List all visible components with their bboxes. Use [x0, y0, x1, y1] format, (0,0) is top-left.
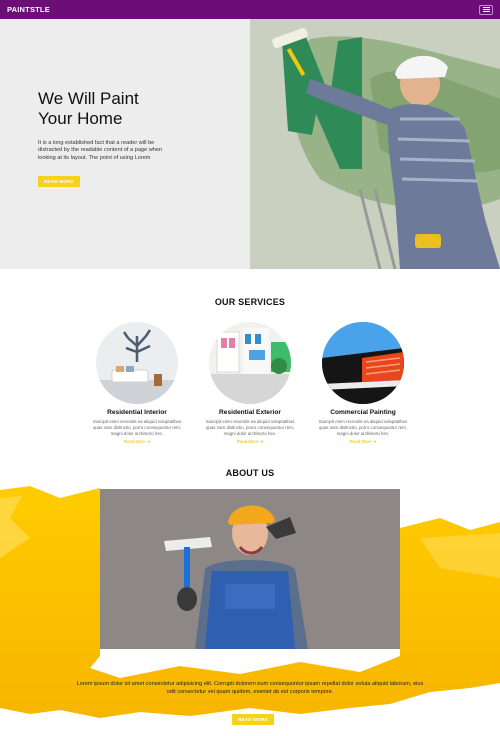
- about-heading: ABOUT US: [225, 468, 275, 478]
- hero-painter-image: [250, 19, 500, 269]
- service-read-more-link[interactable]: Read More ➜: [87, 439, 187, 445]
- service-image-interior: [96, 322, 178, 404]
- hero-description: It is a long established fact that a rea…: [38, 140, 163, 161]
- services-heading: OUR SERVICES: [214, 297, 286, 307]
- service-read-more-link[interactable]: Read More ➜: [313, 439, 413, 445]
- service-image-exterior: [209, 322, 291, 404]
- hero-read-more-button[interactable]: READ MORE: [38, 176, 80, 188]
- service-image-commercial: [322, 322, 404, 404]
- hero-title-line2: Your Home: [38, 109, 123, 128]
- about-read-more-button[interactable]: READ MORE: [232, 714, 274, 725]
- service-title: Residential Interior: [107, 409, 167, 416]
- service-description: Suscipit enim recendis ea aliquid volupt…: [92, 419, 182, 436]
- service-description: Suscipit enim recendis ea aliquid volupt…: [318, 419, 408, 436]
- brand-logo[interactable]: PAINTSTLE: [7, 5, 50, 14]
- hero-text: We Will Paint Your Home It is a long est…: [38, 89, 238, 188]
- service-card-commercial: Commercial Painting Suscipit enim recend…: [313, 322, 413, 445]
- service-card-interior: Residential Interior Suscipit enim recen…: [87, 322, 187, 445]
- service-card-exterior: Residential Exterior Suscipit enim recen…: [200, 322, 300, 445]
- service-title: Residential Exterior: [219, 409, 281, 416]
- navbar: PAINTSTLE: [0, 0, 500, 19]
- service-read-more-link[interactable]: Read More ➜: [200, 439, 300, 445]
- hamburger-icon[interactable]: [479, 4, 493, 15]
- about-description: Lorem ipsum dolor sit amet consectetur a…: [76, 681, 424, 695]
- hero-title: We Will Paint Your Home: [38, 89, 238, 129]
- service-title: Commercial Painting: [330, 409, 396, 416]
- service-description: Suscipit enim recendis ea aliquid volupt…: [205, 419, 295, 436]
- hero-title-line1: We Will Paint: [38, 89, 139, 108]
- about-painter-photo: [100, 489, 400, 649]
- hero-section: We Will Paint Your Home It is a long est…: [0, 19, 500, 269]
